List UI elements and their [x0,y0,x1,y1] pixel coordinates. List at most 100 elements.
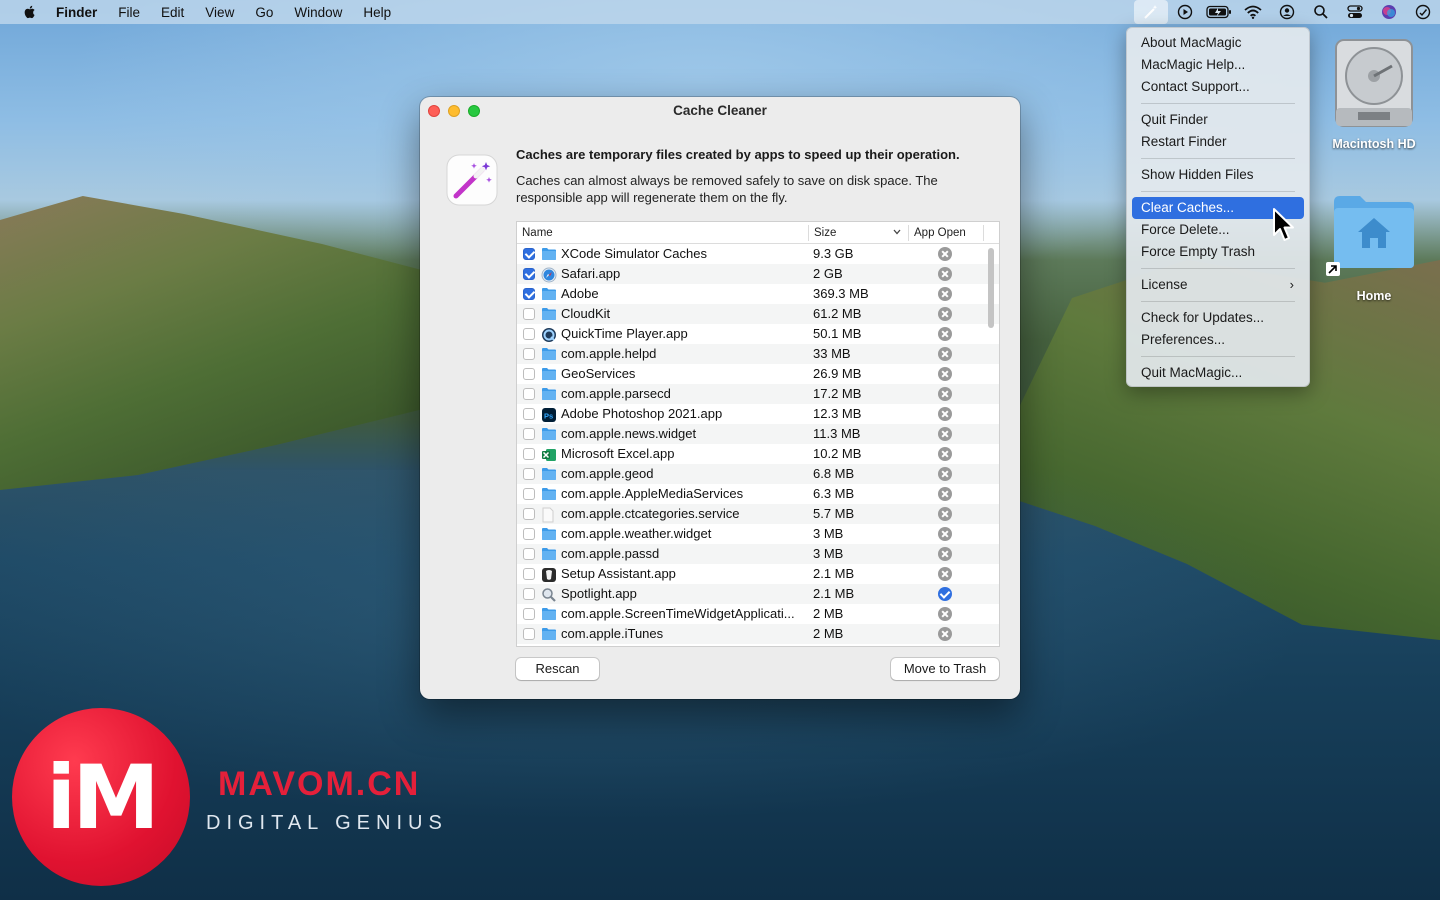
user-icon[interactable] [1270,0,1304,24]
table-row[interactable]: Spotlight.app 2.1 MB [517,584,999,604]
table-row[interactable]: com.apple.ctcategories.service 5.7 MB [517,504,999,524]
row-checkbox[interactable] [523,268,535,280]
battery-icon[interactable] [1202,0,1236,24]
table-row[interactable]: Microsoft Excel.app 10.2 MB [517,444,999,464]
menu-go[interactable]: Go [255,5,273,20]
title-bar[interactable]: Cache Cleaner [420,97,1020,125]
menu-view[interactable]: View [205,5,234,20]
table-row[interactable]: Setup Assistant.app 2.1 MB [517,564,999,584]
menu-separator [1141,103,1295,104]
row-name: com.apple.ctcategories.service [561,506,740,521]
table-row[interactable]: com.apple.geod 6.8 MB [517,464,999,484]
menu-item-show-hidden-files[interactable]: Show Hidden Files [1132,164,1304,186]
document-icon [541,507,557,523]
row-checkbox[interactable] [523,508,535,520]
column-app-open-header[interactable]: App Open [914,227,966,239]
row-checkbox[interactable] [523,448,535,460]
row-checkbox[interactable] [523,408,535,420]
row-checkbox[interactable] [523,348,535,360]
row-checkbox[interactable] [523,628,535,640]
menu-item-about[interactable]: About MacMagic [1132,32,1304,54]
menu-file[interactable]: File [118,5,140,20]
table-row[interactable]: Ps Adobe Photoshop 2021.app 12.3 MB [517,404,999,424]
row-name: com.apple.parsecd [561,386,671,401]
menu-finder[interactable]: Finder [56,5,97,20]
move-to-trash-button[interactable]: Move to Trash [891,658,999,680]
row-checkbox[interactable] [523,428,535,440]
table-row[interactable]: Adobe 369.3 MB [517,284,999,304]
menu-item-license[interactable]: License › [1132,274,1304,296]
desktop-icon-home[interactable]: Home [1322,192,1426,303]
table-row[interactable]: com.apple.helpd 33 MB [517,344,999,364]
table-row[interactable]: Safari.app 2 GB [517,264,999,284]
control-center-icon[interactable] [1338,0,1372,24]
menu-window[interactable]: Window [294,5,342,20]
apple-menu-icon[interactable] [22,4,38,20]
desktop-icon-macintosh-hd[interactable]: Macintosh HD [1322,36,1426,151]
play-icon[interactable] [1168,0,1202,24]
wifi-icon[interactable] [1236,0,1270,24]
column-size-header[interactable]: Size [814,227,836,239]
row-checkbox[interactable] [523,288,535,300]
menu-item-contact-support[interactable]: Contact Support... [1132,76,1304,98]
menu-item-quit-macmagic[interactable]: Quit MacMagic... [1132,362,1304,384]
table-row[interactable]: GeoServices 26.9 MB [517,364,999,384]
table-row[interactable]: com.apple.passd 3 MB [517,544,999,564]
table-row[interactable]: com.apple.news.widget 11.3 MB [517,424,999,444]
row-checkbox[interactable] [523,488,535,500]
menu-item-preferences[interactable]: Preferences... [1132,329,1304,351]
app-closed-x-icon [938,467,952,481]
table-row[interactable]: QuickTime Player.app 50.1 MB [517,324,999,344]
row-size: 2.1 MB [813,586,855,601]
menu-separator [1141,191,1295,192]
home-folder-icon [1334,196,1414,268]
column-name-header[interactable]: Name [522,227,553,239]
menu-help[interactable]: Help [363,5,391,20]
row-checkbox[interactable] [523,588,535,600]
quicktime-icon [541,327,557,342]
table-row[interactable]: com.apple.AppleMediaServices 6.3 MB [517,484,999,504]
table-row[interactable]: XCode Simulator Caches 9.3 GB [517,244,999,264]
row-checkbox[interactable] [523,388,535,400]
folder-icon [541,247,557,261]
menu-item-restart-finder[interactable]: Restart Finder [1132,131,1304,153]
row-checkbox[interactable] [523,528,535,540]
folder-icon [541,307,557,321]
folder-icon [541,467,557,481]
clock-icon[interactable] [1406,0,1440,24]
watermark-site: MAVOM.CN [218,765,421,803]
row-checkbox[interactable] [523,608,535,620]
sort-chevron-down-icon[interactable] [893,229,901,235]
menu-item-quit-finder[interactable]: Quit Finder [1132,109,1304,131]
table-body: XCode Simulator Caches 9.3 GB Safari.app 2 … [517,244,999,644]
table-row[interactable]: CloudKit 61.2 MB [517,304,999,324]
rescan-button[interactable]: Rescan [516,658,599,680]
row-checkbox[interactable] [523,368,535,380]
app-closed-x-icon [938,427,952,441]
folder-icon [541,387,557,401]
table-row[interactable]: com.apple.iTunes 2 MB [517,624,999,644]
app-closed-x-icon [938,367,952,381]
row-size: 5.7 MB [813,506,855,521]
search-icon[interactable] [1304,0,1338,24]
row-checkbox[interactable] [523,468,535,480]
row-checkbox[interactable] [523,328,535,340]
row-checkbox[interactable] [523,568,535,580]
menu-item-help[interactable]: MacMagic Help... [1132,54,1304,76]
menu-item-check-updates[interactable]: Check for Updates... [1132,307,1304,329]
svg-text:Ps: Ps [544,412,553,421]
magic-wand-icon[interactable] [1134,0,1168,24]
siri-icon[interactable] [1372,0,1406,24]
row-name: Microsoft Excel.app [561,446,675,461]
menu-edit[interactable]: Edit [161,5,184,20]
table-row[interactable]: com.apple.ScreenTimeWidgetApplicati... 2 … [517,604,999,624]
spotlight-icon [541,587,557,602]
row-checkbox[interactable] [523,308,535,320]
row-name: Setup Assistant.app [561,566,676,581]
table-row[interactable]: com.apple.parsecd 17.2 MB [517,384,999,404]
table-row[interactable]: com.apple.weather.widget 3 MB [517,524,999,544]
cache-table: Name Size App Open XCode Simulator Cache… [516,221,1000,647]
vertical-scrollbar[interactable] [988,248,994,328]
row-checkbox[interactable] [523,248,535,260]
row-checkbox[interactable] [523,548,535,560]
